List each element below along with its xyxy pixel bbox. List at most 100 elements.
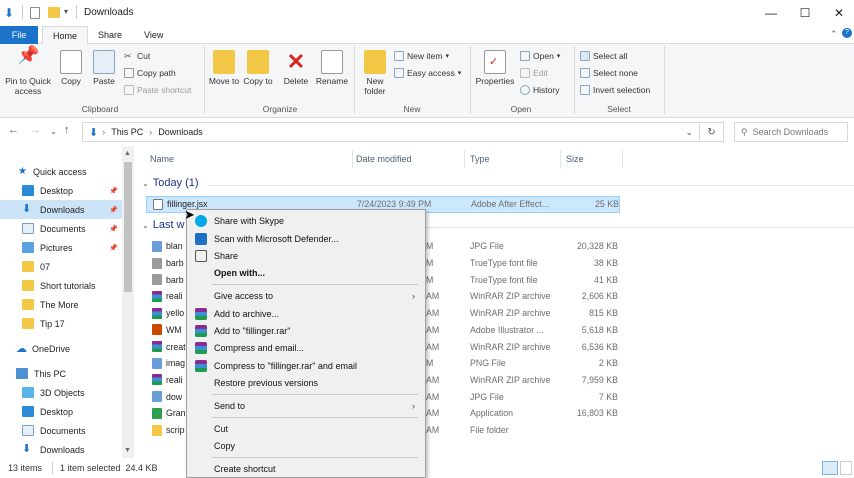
downloads-icon: ⬇ xyxy=(22,203,32,215)
paste-button[interactable]: Paste xyxy=(88,50,120,86)
help-icon[interactable]: ? xyxy=(842,28,852,38)
back-arrow-icon[interactable]: ← xyxy=(8,124,19,136)
nav-folder-07[interactable]: 07 xyxy=(0,257,122,276)
nav-scrollbar-thumb[interactable] xyxy=(124,162,132,292)
paste-icon xyxy=(93,50,115,74)
copy-path-icon xyxy=(124,67,134,78)
nav-3d-objects[interactable]: 3D Objects xyxy=(0,383,122,402)
pin-quick-access-button[interactable]: 📌 Pin to Quick access xyxy=(2,46,54,96)
file-size: 25 KB xyxy=(595,199,619,210)
nav-pictures[interactable]: Pictures 📌 xyxy=(0,238,122,257)
column-header-size[interactable]: Size xyxy=(566,154,584,164)
select-all-icon xyxy=(580,50,590,61)
group-header-today[interactable]: ⌄ Today (1) xyxy=(142,177,199,189)
address-bar[interactable]: ⬇ › This PC › Downloads ⌄ xyxy=(82,122,700,142)
scroll-down-icon[interactable]: ▼ xyxy=(124,447,131,454)
nav-folder-short-tutorials[interactable]: Short tutorials xyxy=(0,276,122,295)
file-type: File folder xyxy=(470,425,509,436)
recent-dropdown-icon[interactable]: ⌄ xyxy=(50,127,57,136)
collapse-ribbon-icon[interactable]: ⌃ xyxy=(830,29,838,40)
tab-file[interactable]: File xyxy=(0,26,38,44)
edit-label: Edit xyxy=(533,67,548,78)
cut-button[interactable]: ✂ Cut xyxy=(124,48,150,63)
select-all-button[interactable]: Select all xyxy=(580,48,628,63)
maximize-button[interactable]: ☐ xyxy=(788,0,822,26)
column-header-name[interactable]: Name xyxy=(150,154,174,164)
menu-add-archive[interactable]: Add to archive... xyxy=(189,305,423,322)
nav-this-pc[interactable]: This PC xyxy=(0,364,122,383)
menu-share-skype[interactable]: Share with Skype xyxy=(189,212,423,229)
open-label: Open xyxy=(533,50,554,61)
new-item-button[interactable]: New item ▾ xyxy=(394,48,449,63)
easy-access-button[interactable]: Easy access ▾ xyxy=(394,65,461,80)
tab-share[interactable]: Share xyxy=(88,26,132,44)
menu-scan-defender[interactable]: Scan with Microsoft Defender... xyxy=(189,230,423,247)
nav-pc-documents[interactable]: Documents xyxy=(0,421,122,440)
copy-path-button[interactable]: Copy path xyxy=(124,65,176,80)
copy-button[interactable]: Copy xyxy=(56,50,86,86)
menu-share[interactable]: Share xyxy=(189,247,423,264)
breadcrumb-this-pc[interactable]: This PC xyxy=(111,127,143,137)
skype-icon xyxy=(195,214,207,227)
down-arrow-icon[interactable]: ⬇ xyxy=(4,6,14,20)
forward-arrow-icon[interactable]: → xyxy=(30,124,41,136)
search-input[interactable]: ⚲ Search Downloads xyxy=(734,122,848,142)
paste-shortcut-button[interactable]: Paste shortcut xyxy=(124,82,191,97)
menu-open-with[interactable]: Open with... xyxy=(189,264,423,281)
qat-dropdown-icon[interactable]: ▾ xyxy=(64,7,68,16)
menu-create-shortcut[interactable]: Create shortcut xyxy=(189,460,423,477)
refresh-button[interactable]: ↻ xyxy=(700,122,724,142)
new-folder-button[interactable]: New folder xyxy=(358,50,392,96)
copy-to-button[interactable]: Copy to xyxy=(242,50,274,86)
minimize-button[interactable]: — xyxy=(754,0,788,26)
move-to-button[interactable]: Move to xyxy=(208,50,240,86)
nav-quick-access[interactable]: ★ Quick access xyxy=(0,162,122,181)
column-header-date[interactable]: Date modified xyxy=(356,154,412,164)
file-type-icon xyxy=(152,274,162,286)
menu-add-rar[interactable]: Add to "fillinger.rar" xyxy=(189,322,423,339)
nav-downloads[interactable]: ⬇ Downloads 📌 xyxy=(0,200,122,219)
new-folder-qat-icon[interactable] xyxy=(48,7,60,18)
nav-folder-the-more[interactable]: The More xyxy=(0,295,122,314)
rename-button[interactable]: Rename xyxy=(314,50,350,86)
group-header-last-week[interactable]: ⌄ Last w xyxy=(142,219,185,231)
nav-pc-desktop[interactable]: Desktop xyxy=(0,402,122,421)
delete-label: Delete xyxy=(283,76,309,86)
select-none-button[interactable]: Select none xyxy=(580,65,638,80)
history-button[interactable]: History xyxy=(520,82,559,97)
nav-folder-tip-17[interactable]: Tip 17 xyxy=(0,314,122,333)
nav-documents[interactable]: Documents 📌 xyxy=(0,219,122,238)
breadcrumb-downloads[interactable]: Downloads xyxy=(158,127,203,137)
menu-label: Scan with Microsoft Defender... xyxy=(214,233,339,244)
edit-button[interactable]: Edit xyxy=(520,65,548,80)
tab-home[interactable]: Home xyxy=(42,26,89,44)
menu-copy[interactable]: Copy xyxy=(189,437,423,454)
column-header-type[interactable]: Type xyxy=(470,154,490,164)
menu-cut[interactable]: Cut xyxy=(189,420,423,437)
menu-compress-rar-email[interactable]: Compress to "fillinger.rar" and email xyxy=(189,357,423,374)
nav-desktop[interactable]: Desktop 📌 xyxy=(0,181,122,200)
nav-onedrive[interactable]: ☁ OneDrive xyxy=(0,339,122,358)
scroll-up-icon[interactable]: ▲ xyxy=(124,150,131,157)
nav-pc-downloads[interactable]: ⬇ Downloads xyxy=(0,440,122,459)
close-button[interactable]: ✕ xyxy=(822,0,854,26)
tab-view[interactable]: View xyxy=(134,26,173,44)
select-none-icon xyxy=(580,67,590,78)
menu-restore-versions[interactable]: Restore previous versions xyxy=(189,374,423,391)
delete-button[interactable]: ✕ Delete xyxy=(280,50,312,87)
open-button[interactable]: Open ▾ xyxy=(520,48,560,63)
details-view-button[interactable] xyxy=(822,461,838,475)
menu-compress-email[interactable]: Compress and email... xyxy=(189,339,423,356)
separator xyxy=(352,150,353,168)
large-icons-view-button[interactable] xyxy=(840,461,852,475)
address-toolbar: ← → ⌄ ↑ ⬇ › This PC › Downloads ⌄ ↻ ⚲ Se… xyxy=(0,118,854,146)
copy-label: Copy xyxy=(61,76,81,86)
address-dropdown-icon[interactable]: ⌄ xyxy=(685,127,693,138)
up-arrow-icon[interactable]: ↑ xyxy=(64,124,70,136)
menu-send-to[interactable]: Send to › xyxy=(189,397,423,414)
properties-qat-icon[interactable] xyxy=(30,7,40,19)
nav-label: This PC xyxy=(34,368,67,379)
menu-give-access[interactable]: Give access to › xyxy=(189,287,423,304)
properties-button[interactable]: ✓ Properties xyxy=(472,50,518,86)
invert-selection-button[interactable]: Invert selection xyxy=(580,82,650,97)
